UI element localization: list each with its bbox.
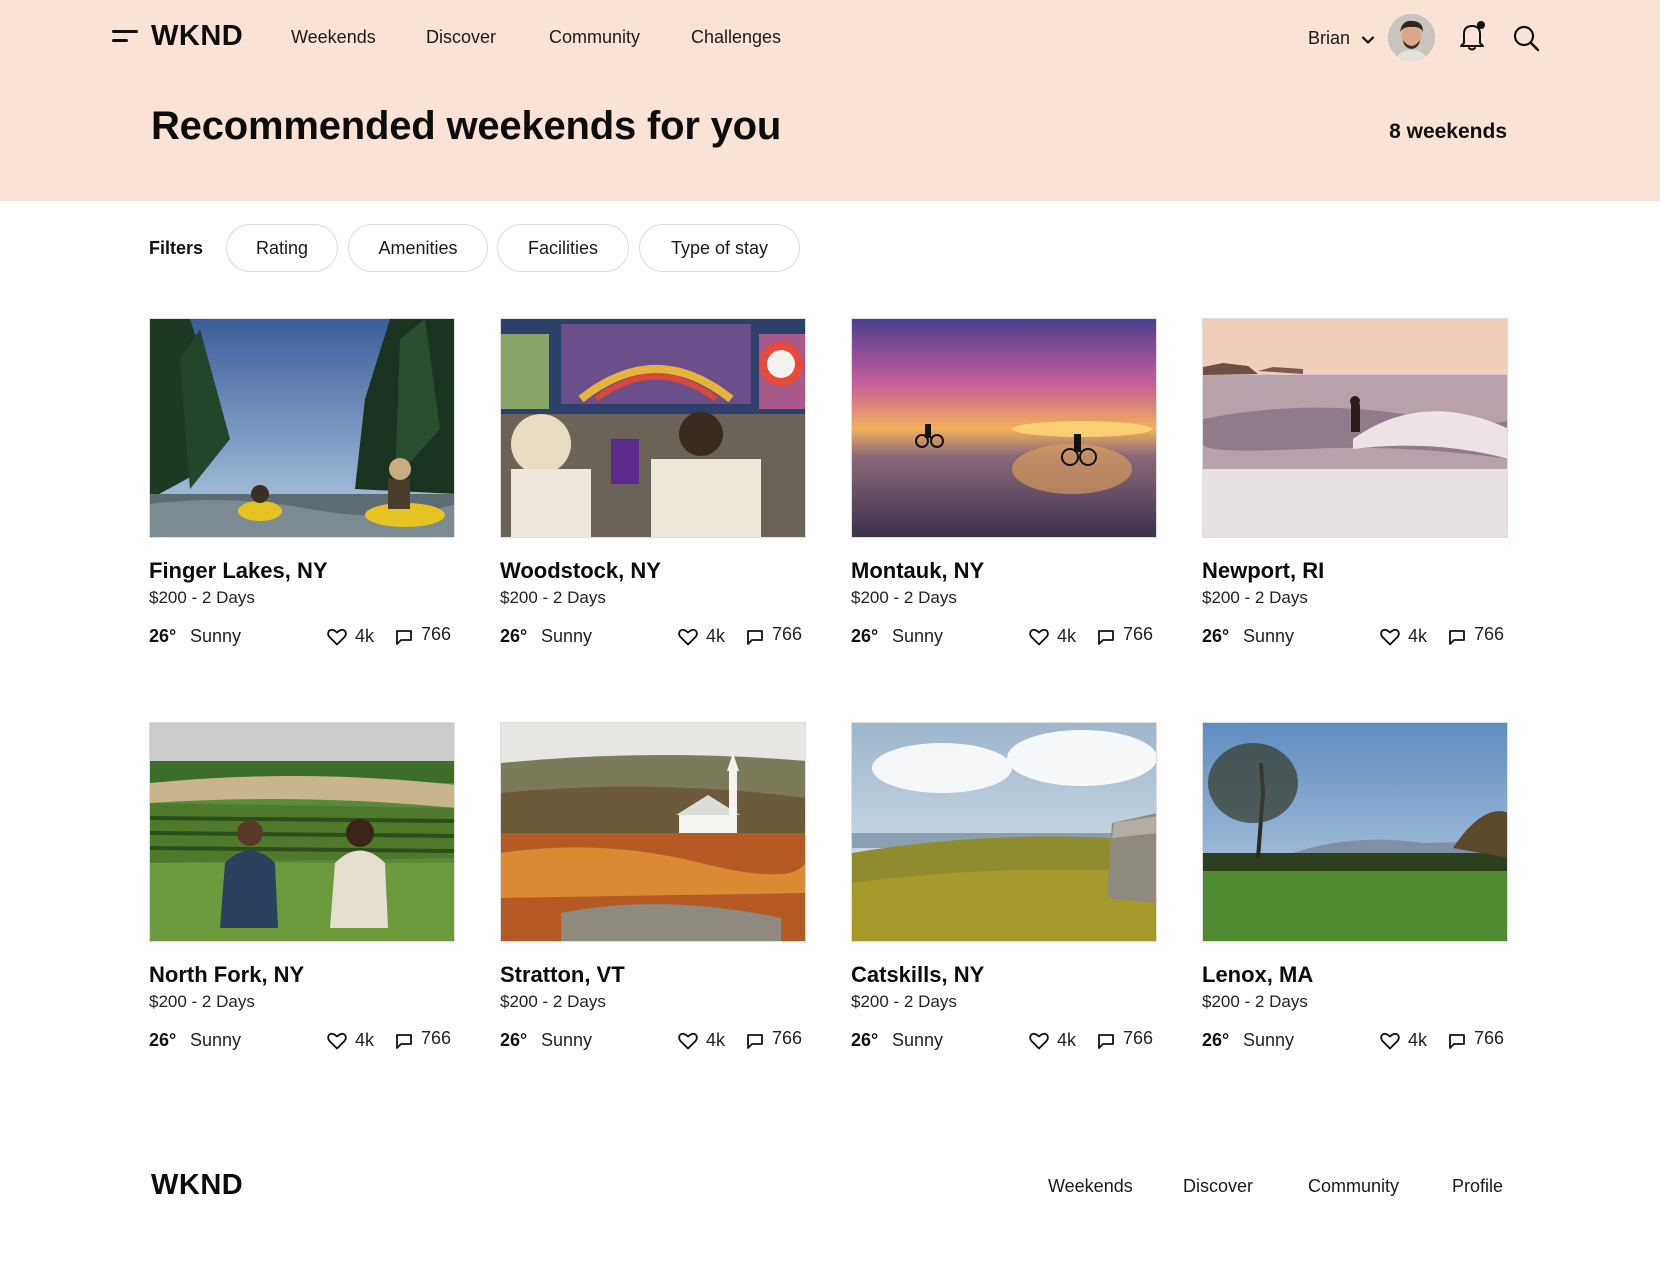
- comment-icon[interactable]: [1097, 1033, 1115, 1050]
- card-weather: Sunny: [190, 626, 242, 646]
- card-likes: 4k: [706, 1030, 726, 1050]
- card-title[interactable]: North Fork, NY: [149, 962, 304, 988]
- page-title: Recommended weekends for you: [151, 104, 782, 148]
- footer-link-weekends[interactable]: Weekends: [1048, 1176, 1133, 1197]
- footer-link-community[interactable]: Community: [1308, 1176, 1399, 1197]
- card-weather: Sunny: [190, 1030, 242, 1050]
- card-temperature: 26°: [1202, 626, 1230, 646]
- comment-icon[interactable]: [1448, 1033, 1466, 1050]
- card-comments: 766: [421, 1028, 452, 1048]
- card-likes: 4k: [1057, 626, 1077, 646]
- card-price: $200 - 2 Days: [149, 588, 255, 607]
- card-temperature: 26°: [851, 626, 879, 646]
- card-title[interactable]: Woodstock, NY: [500, 558, 661, 584]
- card-image[interactable]: [1202, 722, 1508, 942]
- card-comments: 766: [772, 624, 803, 644]
- card-likes: 4k: [706, 626, 726, 646]
- card-price: $200 - 2 Days: [149, 992, 255, 1011]
- card-comments: 766: [1123, 1028, 1154, 1048]
- card-temperature: 26°: [500, 626, 528, 646]
- nav-link-discover[interactable]: Discover: [426, 27, 496, 48]
- nav-link-weekends[interactable]: Weekends: [291, 27, 376, 48]
- card-image[interactable]: [149, 318, 455, 538]
- card-price: $200 - 2 Days: [1202, 588, 1308, 607]
- card-likes: 4k: [355, 626, 375, 646]
- top-nav: WKND Weekends Discover Community Challen…: [0, 0, 1660, 75]
- card-title[interactable]: Stratton, VT: [500, 962, 625, 988]
- filters-label: Filters: [149, 238, 204, 258]
- heart-icon[interactable]: [1380, 628, 1400, 646]
- search-icon[interactable]: [1512, 24, 1540, 52]
- card-likes: 4k: [1408, 1030, 1428, 1050]
- comment-icon[interactable]: [746, 1033, 764, 1050]
- card-image[interactable]: [851, 318, 1157, 538]
- footer-link-discover[interactable]: Discover: [1183, 1176, 1253, 1197]
- card-likes: 4k: [1408, 626, 1428, 646]
- card-weather: Sunny: [541, 626, 593, 646]
- card-title[interactable]: Lenox, MA: [1202, 962, 1313, 988]
- heart-icon[interactable]: [1029, 628, 1049, 646]
- comment-icon[interactable]: [395, 629, 413, 646]
- chevron-down-icon[interactable]: [1361, 33, 1375, 47]
- footer-logo[interactable]: WKND: [151, 1169, 243, 1202]
- card-image[interactable]: [500, 722, 806, 942]
- filter-facilities[interactable]: Facilities: [497, 224, 629, 272]
- card-weather: Sunny: [541, 1030, 593, 1050]
- card-comments: 766: [421, 624, 452, 644]
- card-comments: 766: [772, 1028, 803, 1048]
- card-title[interactable]: Finger Lakes, NY: [149, 558, 328, 584]
- heart-icon[interactable]: [327, 628, 347, 646]
- avatar[interactable]: [1388, 14, 1435, 61]
- card-image[interactable]: [500, 318, 806, 538]
- card-temperature: 26°: [1202, 1030, 1230, 1050]
- heart-icon[interactable]: [1029, 1032, 1049, 1050]
- filter-amenities[interactable]: Amenities: [348, 224, 488, 272]
- comment-icon[interactable]: [1097, 629, 1115, 646]
- filter-type-of-stay[interactable]: Type of stay: [639, 224, 800, 272]
- heart-icon[interactable]: [678, 1032, 698, 1050]
- card-comments: 766: [1474, 624, 1505, 644]
- comment-icon[interactable]: [395, 1033, 413, 1050]
- card-temperature: 26°: [500, 1030, 528, 1050]
- nav-link-challenges[interactable]: Challenges: [691, 27, 781, 48]
- card-price: $200 - 2 Days: [851, 992, 957, 1011]
- card-image[interactable]: [149, 722, 455, 942]
- card-comments: 766: [1474, 1028, 1505, 1048]
- card-weather: Sunny: [892, 626, 944, 646]
- card-price: $200 - 2 Days: [500, 588, 606, 607]
- card-price: $200 - 2 Days: [500, 992, 606, 1011]
- menu-icon[interactable]: [112, 28, 138, 46]
- card-title[interactable]: Newport, RI: [1202, 558, 1324, 584]
- card-temperature: 26°: [149, 1030, 177, 1050]
- logo[interactable]: WKND: [151, 20, 243, 53]
- card-image[interactable]: [1202, 318, 1508, 538]
- card-price: $200 - 2 Days: [851, 588, 957, 607]
- card-temperature: 26°: [149, 626, 177, 646]
- footer-link-profile[interactable]: Profile: [1452, 1176, 1503, 1197]
- card-title[interactable]: Catskills, NY: [851, 962, 984, 988]
- bell-icon[interactable]: [1459, 20, 1487, 52]
- card-weather: Sunny: [1243, 626, 1295, 646]
- card-temperature: 26°: [851, 1030, 879, 1050]
- card-weather: Sunny: [1243, 1030, 1295, 1050]
- heart-icon[interactable]: [1380, 1032, 1400, 1050]
- card-likes: 4k: [1057, 1030, 1077, 1050]
- card-weather: Sunny: [892, 1030, 944, 1050]
- card-image[interactable]: [851, 722, 1157, 942]
- heart-icon[interactable]: [327, 1032, 347, 1050]
- user-menu[interactable]: Brian: [1308, 28, 1350, 49]
- nav-link-community[interactable]: Community: [549, 27, 640, 48]
- results-count: 8 weekends: [1389, 120, 1507, 143]
- comment-icon[interactable]: [746, 629, 764, 646]
- card-price: $200 - 2 Days: [1202, 992, 1308, 1011]
- heart-icon[interactable]: [678, 628, 698, 646]
- card-title[interactable]: Montauk, NY: [851, 558, 984, 584]
- comment-icon[interactable]: [1448, 629, 1466, 646]
- card-comments: 766: [1123, 624, 1154, 644]
- filter-rating[interactable]: Rating: [226, 224, 338, 272]
- card-likes: 4k: [355, 1030, 375, 1050]
